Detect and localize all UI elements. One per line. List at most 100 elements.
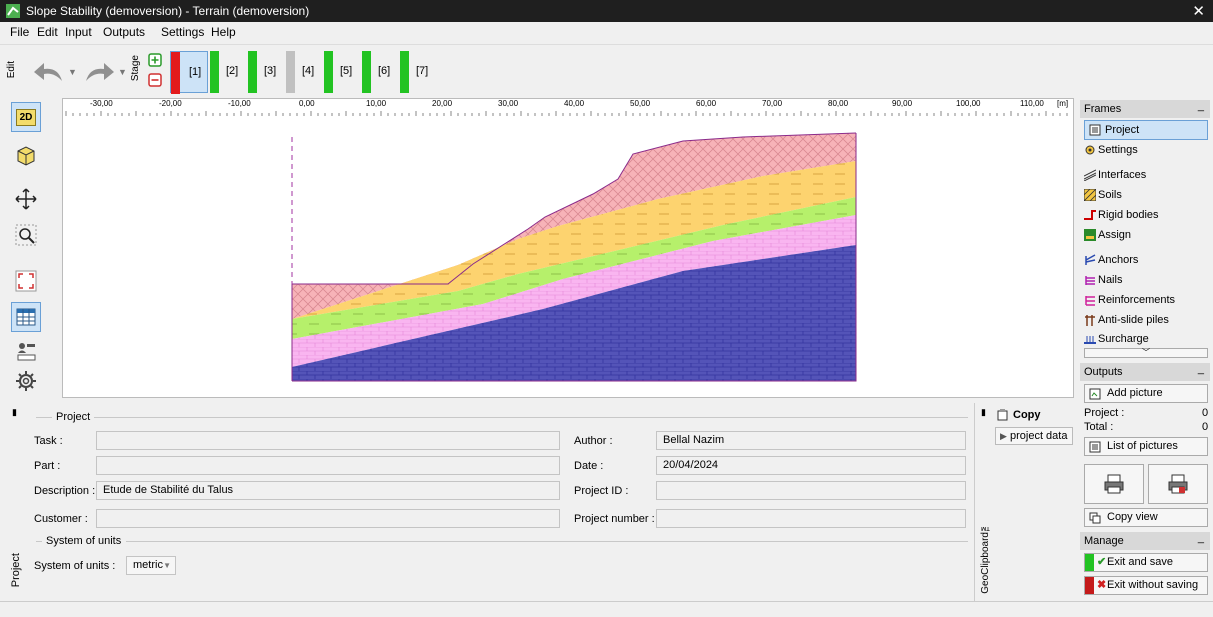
frame-item-anchors[interactable]: Anchors <box>1085 251 1138 269</box>
stage-6-button[interactable]: [6] <box>362 51 398 93</box>
project-number-label: Project number : <box>574 513 655 525</box>
menu-outputs[interactable]: Outputs <box>103 25 145 39</box>
units-section-title: System of units <box>46 535 122 547</box>
ruler-tick-label: 0,00 <box>299 99 315 108</box>
zoom-extents-icon <box>15 270 37 292</box>
pan-button[interactable] <box>11 184 41 214</box>
drawing-canvas[interactable] <box>62 98 1074 398</box>
zoom-button[interactable] <box>11 220 41 250</box>
frame-item-soils[interactable]: Soils <box>1084 186 1122 204</box>
chevron-down-icon: ▼ <box>163 561 171 570</box>
collapse-icon[interactable]: _ <box>1198 532 1204 544</box>
collapse-icon[interactable]: _ <box>1198 100 1204 112</box>
menu-help[interactable]: Help <box>211 25 236 39</box>
stage-color-bar <box>171 52 180 94</box>
view-3d-button[interactable] <box>11 140 41 170</box>
geoclipboard-tab[interactable]: GeoClipboard™ <box>980 521 991 594</box>
legend-button[interactable] <box>11 336 41 366</box>
undo-dropdown-icon[interactable]: ▼ <box>68 67 77 77</box>
copy-view-button[interactable]: Copy view <box>1084 508 1208 527</box>
frame-item-assign[interactable]: Assign <box>1084 226 1131 244</box>
2d-icon: 2D <box>15 108 37 126</box>
stage-color-bar <box>210 51 219 93</box>
add-picture-button[interactable]: Add picture <box>1084 384 1208 403</box>
exit-and-save-button[interactable]: ✔ Exit and save <box>1084 553 1208 572</box>
move-arrows-icon <box>15 188 37 210</box>
view-2d-button[interactable]: 2D <box>11 102 41 132</box>
ruler-tick-label: 100,00 <box>956 99 981 108</box>
frame-item-nails[interactable]: Nails <box>1085 271 1122 289</box>
copy-icon <box>1089 512 1101 524</box>
frame-item-project[interactable]: Project <box>1084 120 1208 140</box>
project-tab[interactable]: Project <box>10 553 22 587</box>
document-icon <box>1089 124 1101 136</box>
project-section-title: Project <box>56 411 91 423</box>
frame-item-interfaces[interactable]: Interfaces <box>1084 166 1146 184</box>
menu-input[interactable]: Input <box>65 25 92 39</box>
frame-item-rigid-bodies[interactable]: Rigid bodies <box>1084 206 1159 224</box>
customer-field[interactable] <box>96 509 560 528</box>
redo-icon[interactable] <box>82 59 116 85</box>
date-field[interactable]: 20/04/2024 <box>656 456 966 475</box>
units-select[interactable]: metric ▼ <box>126 556 176 575</box>
frame-item-label: Settings <box>1098 144 1138 156</box>
stage-4-button[interactable]: [4] <box>286 51 322 93</box>
menu-settings[interactable]: Settings <box>161 25 204 39</box>
remove-stage-icon[interactable] <box>148 73 162 87</box>
project-id-field[interactable] <box>656 481 966 500</box>
stage-color-bar <box>286 51 295 93</box>
close-icon[interactable]: ✕ <box>1192 2 1205 20</box>
task-field[interactable] <box>96 431 560 450</box>
stage-2-button[interactable]: [2] <box>210 51 246 93</box>
menu-file[interactable]: File <box>10 25 29 39</box>
frame-item-settings[interactable]: Settings <box>1085 141 1138 159</box>
stage-5-button[interactable]: [5] <box>324 51 360 93</box>
exit-without-saving-button[interactable]: ✖ Exit without saving <box>1084 576 1208 595</box>
table-view-button[interactable] <box>11 302 41 332</box>
scroll-down-icon[interactable]: ﹀ <box>1084 348 1208 358</box>
undo-icon[interactable] <box>32 59 66 85</box>
add-stage-icon[interactable] <box>148 53 162 67</box>
print-button[interactable] <box>1084 464 1144 504</box>
frames-header[interactable]: Frames _ <box>1080 100 1210 118</box>
part-field[interactable] <box>96 456 560 475</box>
project-panel: Project ▮ Project Task : Part : Descript… <box>8 403 1075 601</box>
outputs-header[interactable]: Outputs _ <box>1080 363 1210 381</box>
list-icon <box>1089 441 1101 453</box>
pin-icon[interactable]: ▮ <box>12 407 17 418</box>
print-pdf-button[interactable] <box>1148 464 1208 504</box>
frame-item-surcharge[interactable]: Surcharge <box>1084 330 1149 348</box>
units-label: System of units : <box>34 560 116 572</box>
copy-label[interactable]: Copy <box>1013 409 1041 421</box>
pin-icon[interactable]: ▮ <box>981 407 986 418</box>
frame-item-anti-slide-piles[interactable]: Anti-slide piles <box>1085 311 1169 329</box>
stage-7-button[interactable]: [7] <box>400 51 436 93</box>
author-field[interactable]: Bellal Nazim <box>656 431 966 450</box>
frame-item-reinforcements[interactable]: Reinforcements <box>1085 291 1175 309</box>
description-field[interactable]: Etude de Stabilité du Talus <box>96 481 560 500</box>
section-divider <box>36 541 42 542</box>
ruler-tick-label: 30,00 <box>498 99 519 108</box>
stage-1-button[interactable]: [1] <box>170 51 208 94</box>
ruler-tick-label: 90,00 <box>892 99 913 108</box>
table-icon <box>16 308 36 326</box>
collapse-icon[interactable]: _ <box>1198 363 1204 375</box>
project-number-field[interactable] <box>656 509 966 528</box>
project-data-button[interactable]: ▶ project data <box>995 427 1073 445</box>
stage-label: [3] <box>264 65 277 77</box>
window-title: Slope Stability (demoversion) - Terrain … <box>26 4 310 18</box>
zoom-extents-button[interactable] <box>11 266 41 296</box>
terrain-section <box>291 132 857 382</box>
menu-edit[interactable]: Edit <box>37 25 58 39</box>
add-picture-icon <box>1089 388 1101 400</box>
reinforcement-icon <box>1085 296 1095 306</box>
settings-button[interactable] <box>11 366 41 396</box>
list-of-pictures-button[interactable]: List of pictures <box>1084 437 1208 456</box>
manage-header[interactable]: Manage _ <box>1080 532 1210 550</box>
frame-item-label: Project <box>1105 124 1140 136</box>
stage-group-label: Stage <box>130 55 141 82</box>
redo-dropdown-icon[interactable]: ▼ <box>118 67 127 77</box>
stage-3-button[interactable]: [3] <box>248 51 284 93</box>
ruler-tick-label: 10,00 <box>366 99 387 108</box>
stage-label: [7] <box>416 65 429 77</box>
